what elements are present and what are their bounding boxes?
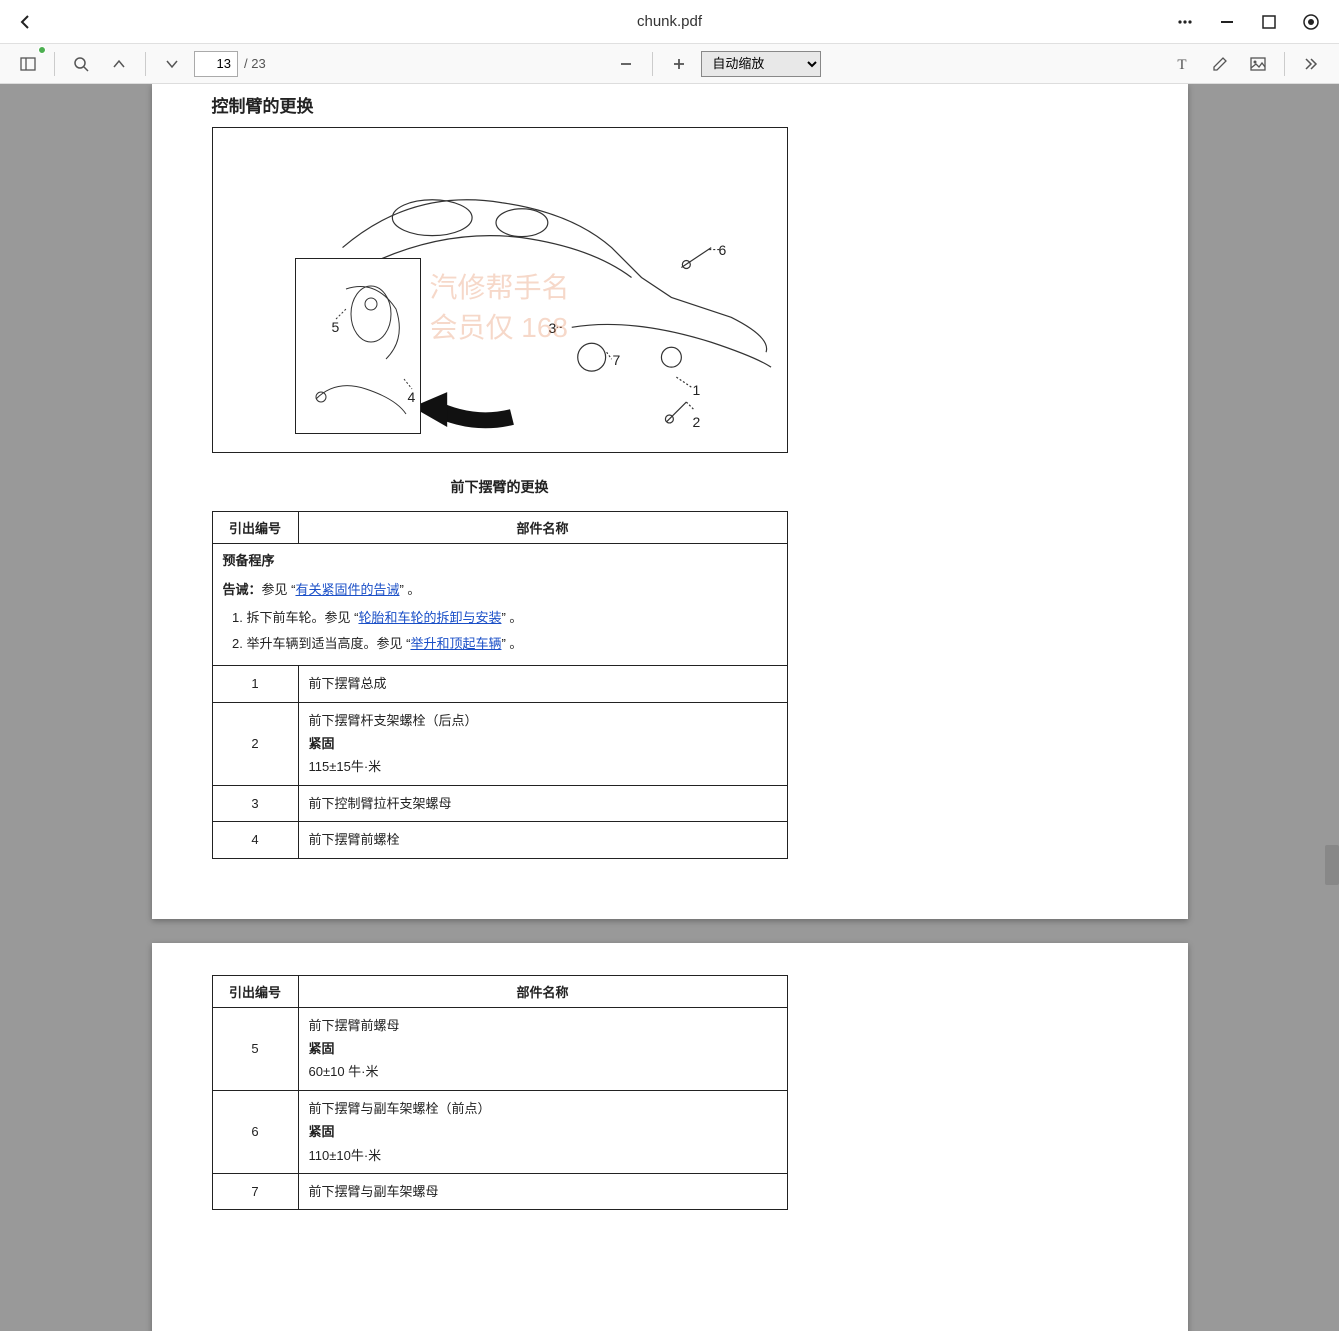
document-filename: chunk.pdf [637,13,702,30]
diagram: 6 1 2 3 7 汽修帮手名 会员仅 168 [212,127,788,453]
image-icon [1249,55,1267,73]
draw-tool-button[interactable] [1204,48,1236,80]
table-row: 3前下控制臂拉杆支架螺母 [212,785,787,821]
pdf-page: 控制臂的更换 [152,84,1188,919]
callout-4: 4 [408,389,416,405]
maximize-icon [1260,13,1278,31]
row-content: 前下摆臂总成 [298,666,787,702]
chevron-down-icon [165,57,179,71]
separator [1284,52,1285,76]
record-button[interactable] [1295,6,1327,38]
th-index: 引出编号 [212,975,298,1007]
inset-drawing [296,259,422,435]
notification-dot [38,46,46,54]
row-index: 1 [212,666,298,702]
prep-step-2: 举升车辆到适当高度。参见 “举升和顶起车辆” 。 [247,633,777,655]
minimize-button[interactable] [1211,6,1243,38]
prep-warning: 告诫：参见 “有关紧固件的告诫” 。 [223,579,777,601]
zoom-in-button[interactable] [663,48,695,80]
row-index: 5 [212,1007,298,1090]
row-index: 3 [212,785,298,821]
row-index: 2 [212,702,298,785]
ellipsis-icon [1176,13,1194,31]
chevron-left-icon [18,14,34,30]
procedure-row: 预备程序 告诫：参见 “有关紧固件的告诫” 。 拆下前车轮。参见 “轮胎和车轮的… [212,544,787,666]
table-row: 2前下摆臂杆支架螺栓（后点）紧固115±15牛·米 [212,702,787,785]
minimize-icon [1218,13,1236,31]
parts-table-1: 引出编号 部件名称 预备程序 告诫：参见 “有关紧固件的告诫” 。 拆下前车轮。… [212,511,788,859]
pdf-page: 引出编号 部件名称 5前下摆臂前螺母紧固60±10 牛·米6前下摆臂与副车架螺栓… [152,943,1188,1331]
th-index: 引出编号 [212,512,298,544]
table-header-row: 引出编号 部件名称 [212,512,787,544]
row-content: 前下摆臂前螺栓 [298,822,787,858]
th-name: 部件名称 [298,975,787,1007]
next-page-button[interactable] [156,48,188,80]
zoom-out-button[interactable] [610,48,642,80]
pencil-icon [1211,55,1229,73]
row-content: 前下摆臂杆支架螺栓（后点）紧固115±15牛·米 [298,702,787,785]
table-row: 1前下摆臂总成 [212,666,787,702]
sidebar-icon [19,55,37,73]
app-titlebar: chunk.pdf [0,0,1339,44]
table-row: 7前下摆臂与副车架螺母 [212,1173,787,1209]
tools-expand-button[interactable] [1295,48,1327,80]
row-index: 4 [212,822,298,858]
text-icon: T [1173,55,1191,73]
link-wheel-removal[interactable]: 轮胎和车轮的拆卸与安装 [358,610,501,625]
separator [652,52,653,76]
row-content: 前下摆臂与副车架螺栓（前点）紧固110±10牛·米 [298,1090,787,1173]
page-number-input[interactable] [194,51,238,77]
callout-7: 7 [613,352,621,368]
row-index: 6 [212,1090,298,1173]
prep-title: 预备程序 [223,550,777,569]
search-button[interactable] [65,48,97,80]
diagram-caption: 前下摆臂的更换 [212,477,788,497]
table-row: 5前下摆臂前螺母紧固60±10 牛·米 [212,1007,787,1090]
callout-5: 5 [332,319,340,335]
callout-1: 1 [693,382,701,398]
separator [145,52,146,76]
table-header-row: 引出编号 部件名称 [212,975,787,1007]
th-name: 部件名称 [298,512,787,544]
svg-text:T: T [1177,57,1186,73]
row-content: 前下摆臂前螺母紧固60±10 牛·米 [298,1007,787,1090]
chevron-up-icon [112,57,126,71]
maximize-button[interactable] [1253,6,1285,38]
callout-2: 2 [693,414,701,430]
prep-steps: 拆下前车轮。参见 “轮胎和车轮的拆卸与安装” 。 举升车辆到适当高度。参见 “举… [223,607,777,655]
search-icon [73,56,89,72]
prep-step-1: 拆下前车轮。参见 “轮胎和车轮的拆卸与安装” 。 [247,607,777,629]
plus-icon [672,57,686,71]
scrollbar-thumb[interactable] [1325,845,1339,885]
callout-3: 3 [549,320,557,336]
image-tool-button[interactable] [1242,48,1274,80]
table-row: 4前下摆臂前螺栓 [212,822,787,858]
pdf-viewer[interactable]: 控制臂的更换 [0,84,1339,1331]
sidebar-toggle-button[interactable] [12,48,44,80]
row-content: 前下控制臂拉杆支架螺母 [298,785,787,821]
pdf-toolbar: / 23 自动缩放 T [0,44,1339,84]
table-row: 6前下摆臂与副车架螺栓（前点）紧固110±10牛·米 [212,1090,787,1173]
record-icon [1302,13,1320,31]
row-content: 前下摆臂与副车架螺母 [298,1173,787,1209]
prev-page-button[interactable] [103,48,135,80]
separator [54,52,55,76]
zoom-select[interactable]: 自动缩放 [701,51,821,77]
more-button[interactable] [1169,6,1201,38]
titlebar-actions [1169,6,1327,38]
parts-table-2: 引出编号 部件名称 5前下摆臂前螺母紧固60±10 牛·米6前下摆臂与副车架螺栓… [212,975,788,1211]
chevron-double-right-icon [1303,56,1319,72]
diagram-inset: 5 4 [295,258,421,434]
back-button[interactable] [12,8,40,36]
section-title: 控制臂的更换 [212,92,1128,117]
link-fastener-caution[interactable]: 有关紧固件的告诫 [295,582,399,597]
minus-icon [619,57,633,71]
page-total: / 23 [244,56,266,71]
text-tool-button[interactable]: T [1166,48,1198,80]
row-index: 7 [212,1173,298,1209]
callout-6: 6 [719,242,727,258]
link-lift-vehicle[interactable]: 举升和顶起车辆 [410,636,501,651]
